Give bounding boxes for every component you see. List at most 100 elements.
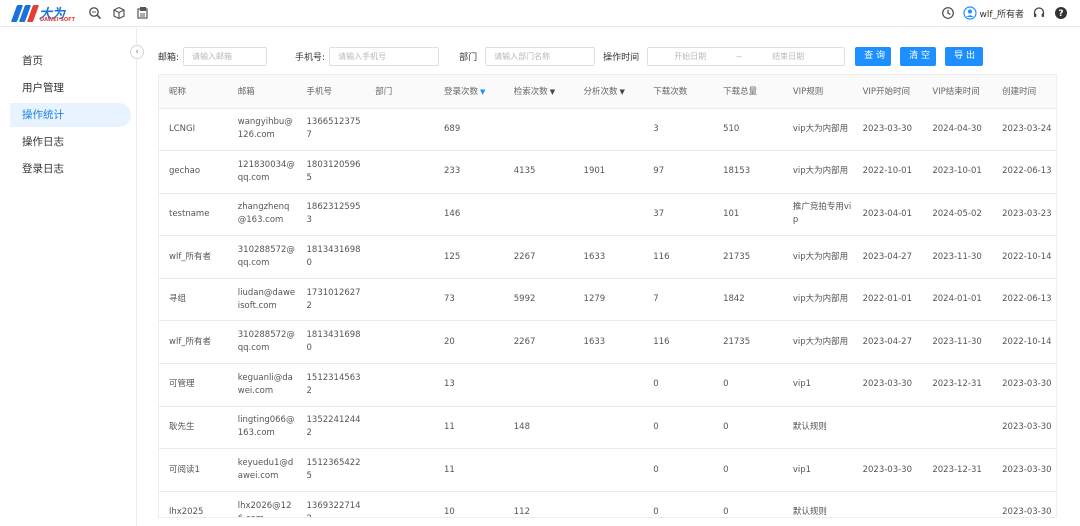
table-cell: lhx2025 [159,491,228,517]
cube-icon[interactable] [112,6,126,20]
top-right-controls: wlf_所有者 ? [941,6,1068,20]
table-cell: vip大为内部用 [782,108,853,152]
table-cell [922,491,993,517]
table-cell: 0 [713,363,783,407]
table-row: 可阅读1 keyuedu1@dawei.com 15123654225 11 0 0 vip… [159,448,1056,492]
sort-header-search[interactable]: 检索次数 ▼ [503,75,574,109]
table-cell: keguanli@dawei.com [227,363,297,407]
column-header: VIP规则 [782,75,853,109]
table-cell: 2022-10-14 [992,235,1056,279]
user-icon [963,6,978,20]
table-cell: 1842 [713,278,783,322]
sidebar-item-login-log[interactable]: 登录日志 [10,157,131,181]
table-cell: 2023-03-30 [992,363,1056,407]
table-cell: 2024-04-30 [922,108,993,152]
table-cell [365,150,434,194]
table-cell: 13665123757 [296,108,366,152]
table-cell: 2023-03-30 [852,448,923,492]
sidebar-collapse-button[interactable]: ‹ [130,45,144,59]
table-row: testname zhangzhenq@163.com 18623125953 146… [159,193,1056,237]
sort-header-login[interactable]: 登录次数 ▼ [434,75,504,109]
table-cell: 1901 [573,150,644,194]
table-cell: 125 [434,235,504,279]
department-label: 部门 [459,52,478,63]
table-cell: 18134316980 [296,320,366,365]
department-field[interactable]: 请输入部门名称 [485,46,596,66]
user-name: wlf_所有者 [979,9,1024,20]
sidebar-item-user-management[interactable]: 用户管理 [10,76,131,100]
date-range-picker[interactable]: 开始日期 ~ 结束日期 [647,46,846,66]
table-cell: 2023-04-27 [852,320,923,365]
start-date-field[interactable]: 开始日期 [648,48,732,65]
filter-bar: 邮箱: 请输入邮箱 手机号: 请输入手机号 部门 请输入部门名称 操作时间 开始… [158,46,984,66]
table-row: wlf_所有者 310288572@qq.com 18134316980 20 2267… [159,320,1056,365]
table-cell: 2023-03-30 [852,363,923,407]
table-cell: 2024-05-02 [922,193,993,237]
table-cell: wlf_所有者 [159,235,228,279]
table-cell: 689 [434,108,504,152]
table-cell: 2022-10-01 [852,150,923,194]
query-button[interactable]: 查 询 [855,46,892,66]
table-cell: gechao [159,150,228,194]
table-cell: 15123145632 [296,363,366,407]
sort-down-icon[interactable]: ▼ [480,88,485,96]
table-cell: zhangzhenq@163.com [227,193,297,237]
clock-icon[interactable] [941,6,955,20]
user-menu[interactable]: wlf_所有者 [963,6,1024,20]
email-field[interactable]: 请输入邮箱 [183,46,268,66]
help-icon[interactable]: ? [1054,6,1068,20]
table-cell: 2023-04-27 [852,235,923,279]
column-header: VIP结束时间 [922,75,993,109]
table-cell [573,491,644,517]
table-cell: 101 [713,193,783,237]
phone-field[interactable]: 请输入手机号 [329,46,440,66]
table-cell: 21735 [713,235,783,279]
table-cell: 2023-03-30 [992,491,1056,517]
sort-down-icon[interactable]: ▼ [550,88,555,96]
table-cell: 2023-03-30 [992,406,1056,450]
app-logo[interactable]: 大为 DAWEI SOFT [10,4,75,24]
table-cell: 可管理 [159,363,228,407]
operation-time-label: 操作时间 [603,52,640,63]
export-icon[interactable] [136,6,150,20]
sidebar-item-home[interactable]: 首页 [10,49,131,73]
table-cell: 13522412442 [296,406,366,450]
table-row: 可管理 keguanli@dawei.com 15123145632 13 0 0 vip1… [159,363,1056,407]
zoom-icon[interactable] [88,6,102,20]
table-cell [852,406,923,450]
sort-down-icon[interactable]: ▼ [620,88,625,96]
table-cell: 15123654225 [296,448,366,492]
table-cell [573,406,644,450]
table-cell: lingting066@163.com [227,406,297,450]
table-cell: vip大为内部用 [782,278,853,322]
table-cell: 默认规则 [782,491,853,517]
table-cell [503,108,574,152]
table-cell: 18623125953 [296,193,366,237]
stats-table: 昵称 邮箱 手机号 部门 登录次数 ▼ 检索次数 ▼ 分析次数 ▼ 下载次数 下载总量… [158,74,1057,518]
column-header-label: 检索次数 [513,87,548,98]
sidebar-item-operation-stats[interactable]: 操作统计 [10,103,131,127]
email-label: 邮箱: [158,52,180,63]
sidebar-item-operation-log[interactable]: 操作日志 [10,130,131,154]
table-cell: 2023-11-30 [922,235,993,279]
table-cell: 17310126272 [296,278,366,322]
clear-button[interactable]: 清 空 [900,46,937,66]
table-cell: 116 [643,235,714,279]
table-cell: 11 [434,406,504,450]
headset-icon[interactable] [1032,6,1046,20]
table-cell: keyuedu1@dawei.com [227,448,297,492]
export-button[interactable]: 导 出 [945,46,984,66]
table-cell [365,491,434,517]
table-cell: 121830034@qq.com [227,150,297,194]
table-cell: 推广竞拍专用vip [782,193,853,237]
toolbar-icons [88,6,150,20]
table-cell [503,363,574,407]
svg-text:?: ? [1058,9,1063,19]
date-range-separator: ~ [735,51,743,61]
table-cell: 116 [643,320,714,365]
table-cell: 2023-10-01 [922,150,993,194]
sort-header-analysis[interactable]: 分析次数 ▼ [573,75,644,109]
table-cell: vip大为内部用 [782,150,853,194]
end-date-field[interactable]: 结束日期 [746,48,830,65]
table-cell [365,406,434,450]
